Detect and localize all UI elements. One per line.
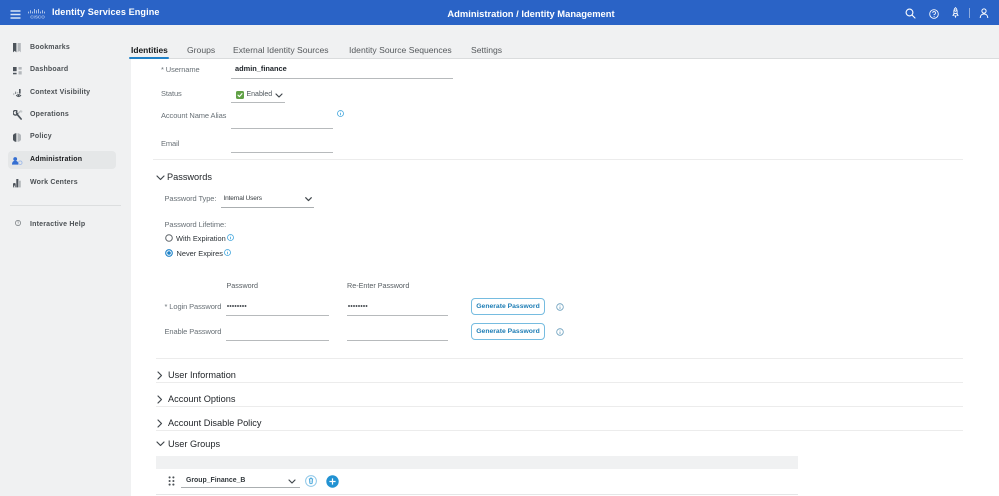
svg-text:CISCO: CISCO	[30, 14, 45, 18]
